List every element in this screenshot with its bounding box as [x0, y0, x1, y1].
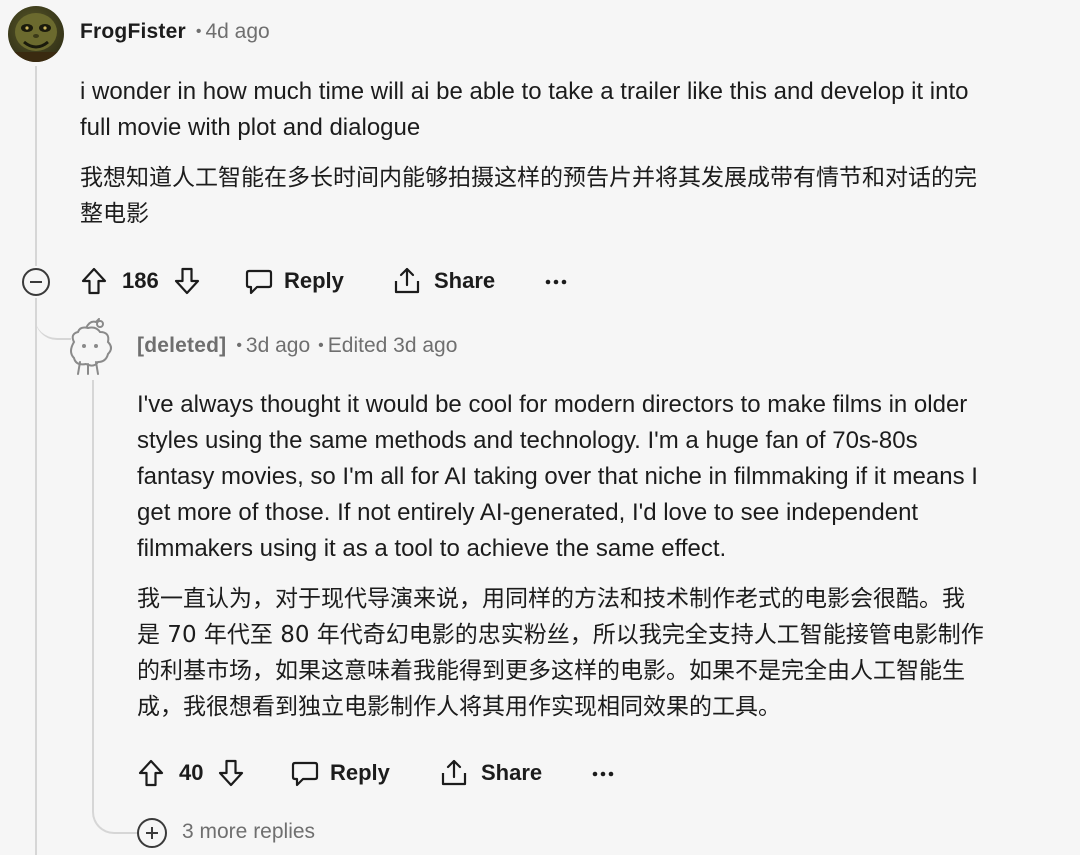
comment-vote-count: 186 [122, 268, 159, 293]
comment-author[interactable]: FrogFister [80, 20, 186, 44]
reply-body-cn: 我一直认为，对于现代导演来说，用同样的方法和技术制作老式的电影会很酷。我 是 7… [137, 586, 984, 720]
comment-header: FrogFister • 4d ago [80, 20, 270, 44]
speech-bubble-icon [244, 266, 274, 296]
share-icon [439, 758, 469, 788]
reply-share-button[interactable]: Share [439, 758, 542, 788]
share-label: Share [434, 268, 496, 293]
speech-bubble-icon [290, 758, 320, 788]
upvote-arrow-icon[interactable] [80, 266, 108, 296]
comment-share-button[interactable]: Share [392, 266, 495, 296]
downvote-arrow-icon[interactable] [217, 758, 245, 788]
reply-label: Reply [330, 760, 390, 785]
comment-more-options-button[interactable] [544, 270, 568, 294]
thread-connector-more-replies [92, 790, 138, 834]
thread-line-main [35, 66, 37, 266]
separator-dot: • [318, 337, 324, 354]
reply-more-options-button[interactable] [591, 762, 615, 786]
separator-dot: • [236, 337, 242, 354]
share-label: Share [481, 760, 543, 785]
reply-vote-count: 40 [179, 760, 204, 785]
thread-line-main-lower [35, 298, 37, 855]
expand-replies-button[interactable] [137, 818, 167, 848]
reply-author: [deleted] [137, 334, 227, 357]
comment-body-cn: 我想知道人工智能在多长时间内能够拍摄这样的预告片并将其发展成带有情节和对话的完 … [80, 165, 977, 227]
reply-edited: Edited 3d ago [327, 334, 458, 357]
reply-body-en: I've always thought it would be cool for… [137, 391, 978, 562]
separator-dot: • [195, 23, 202, 40]
deleted-user-avatar [66, 318, 118, 376]
reply-header: [deleted] • 3d ago • Edited 3d ago [137, 334, 457, 358]
collapse-thread-button[interactable] [22, 268, 50, 296]
reply-age: 3d ago [245, 334, 311, 357]
comment-vote-group: 186 [80, 266, 201, 296]
reply-vote-group: 40 [137, 758, 245, 788]
comment-age: 4d ago [205, 20, 270, 43]
avatar[interactable] [8, 6, 64, 62]
downvote-arrow-icon[interactable] [173, 266, 201, 296]
thread-line-reply [92, 380, 94, 790]
comment-reply-button[interactable]: Reply [244, 266, 344, 296]
more-replies-link[interactable]: 3 more replies [182, 820, 315, 844]
more-horizontal-icon [591, 762, 615, 786]
upvote-arrow-icon[interactable] [137, 758, 165, 788]
share-icon [392, 266, 422, 296]
comment-body-en: i wonder in how much time will ai be abl… [80, 78, 969, 141]
reply-reply-button[interactable]: Reply [290, 758, 390, 788]
reply-label: Reply [284, 268, 344, 293]
more-horizontal-icon [544, 270, 568, 294]
